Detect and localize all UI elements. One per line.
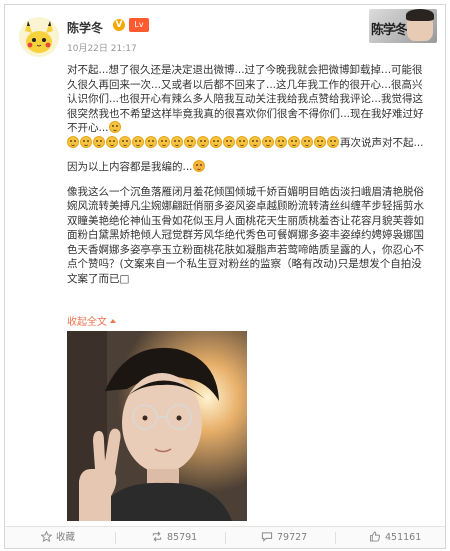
author-name[interactable]: 陈学冬: [67, 19, 103, 36]
crying-face-emoji: [197, 135, 209, 148]
level-badge: Lv: [129, 18, 149, 32]
collapse-full-text-link[interactable]: 收起全文: [67, 313, 116, 328]
post-text-3: 像我这么一个沉鱼落雁闭月羞花倾国倾城千娇百媚明目皓齿淡扫峨眉清艳脱俗婉风流转美搏…: [67, 185, 424, 285]
verified-badge: V: [113, 19, 125, 31]
weibo-post-card: 陈学冬 V Lv 10月22日 21:17 陈学冬 对不起...想了很久还是决定…: [4, 4, 446, 549]
caret-up-icon: [110, 319, 116, 323]
watermark-portrait-hair: [406, 9, 434, 21]
emoji-row: [67, 135, 340, 149]
thumbs-up-icon: [369, 531, 381, 542]
collapse-label: 收起全文: [67, 317, 107, 328]
divider: [115, 532, 116, 544]
post-paragraph-2: 因为以上内容都是我编的...: [67, 160, 429, 175]
crying-face-emoji: [275, 135, 287, 148]
crying-face-emoji: [262, 135, 274, 148]
like-count: 451161: [385, 532, 422, 543]
crying-face-emoji: [106, 135, 118, 148]
post-content: 对不起...想了很久还是决定退出微博...过了今晚我就会把微博卸载掉...可能很…: [67, 63, 429, 286]
crying-face-emoji: [223, 135, 235, 148]
repost-count: 85791: [167, 532, 198, 543]
comment-count: 79727: [277, 532, 308, 543]
crying-face-emoji: [119, 135, 131, 148]
post-text-1: 对不起...想了很久还是决定退出微博...过了今晚我就会把微博卸载掉...可能很…: [67, 64, 424, 134]
selfie-photo-image: [67, 331, 247, 521]
repost-icon: [152, 531, 162, 542]
post-paragraph-3: 像我这么一个沉鱼落雁闭月羞花倾国倾城千娇百媚明目皓齿淡扫峨眉清艳脱俗婉风流转美搏…: [67, 185, 429, 287]
crying-face-emoji: [80, 135, 92, 148]
crying-face-emoji: [249, 135, 261, 148]
crying-face-emoji: [132, 135, 144, 148]
watermark-text: 陈学冬: [371, 23, 408, 38]
pikachu-avatar[interactable]: [19, 17, 59, 57]
comment-icon: [261, 532, 273, 542]
crying-face-emoji: [210, 135, 222, 148]
crying-face-emoji: [327, 135, 339, 148]
watermark-logo: 陈学冬: [369, 9, 437, 43]
smirk-face-emoji: [192, 160, 205, 172]
crying-face-emoji: [67, 135, 79, 148]
favorite-button[interactable]: 收藏: [41, 527, 76, 548]
favorite-label: 收藏: [56, 532, 76, 543]
divider: [335, 532, 336, 544]
divider: [225, 532, 226, 544]
comment-button[interactable]: 79727: [261, 527, 308, 548]
post-photo[interactable]: [67, 331, 247, 521]
crying-face-emoji: [301, 135, 313, 148]
post-paragraph-1: 对不起...想了很久还是决定退出微博...过了今晚我就会把微博卸载掉...可能很…: [67, 63, 429, 150]
post-text-2: 因为以上内容都是我编的...: [67, 161, 193, 173]
crying-face-emoji: [288, 135, 300, 148]
pikachu-avatar-image: [19, 17, 59, 57]
post-text-1-tail: 再次说声对不起...: [340, 136, 424, 149]
crying-face-emoji: [171, 135, 183, 148]
post-time[interactable]: 10月22日 21:17: [67, 41, 137, 54]
crying-face-emoji: [158, 135, 170, 148]
repost-button[interactable]: 85791: [151, 527, 198, 548]
crying-face-emoji: [236, 135, 248, 148]
crying-face-emoji: [314, 135, 326, 148]
like-button[interactable]: 451161: [369, 527, 422, 548]
crying-face-emoji: [93, 135, 105, 148]
crying-face-emoji: [184, 135, 196, 148]
action-bar: 收藏 85791 79727 451161: [5, 526, 445, 548]
crying-face-emoji: [108, 121, 121, 133]
star-icon: [41, 531, 52, 542]
crying-face-emoji: [145, 135, 157, 148]
